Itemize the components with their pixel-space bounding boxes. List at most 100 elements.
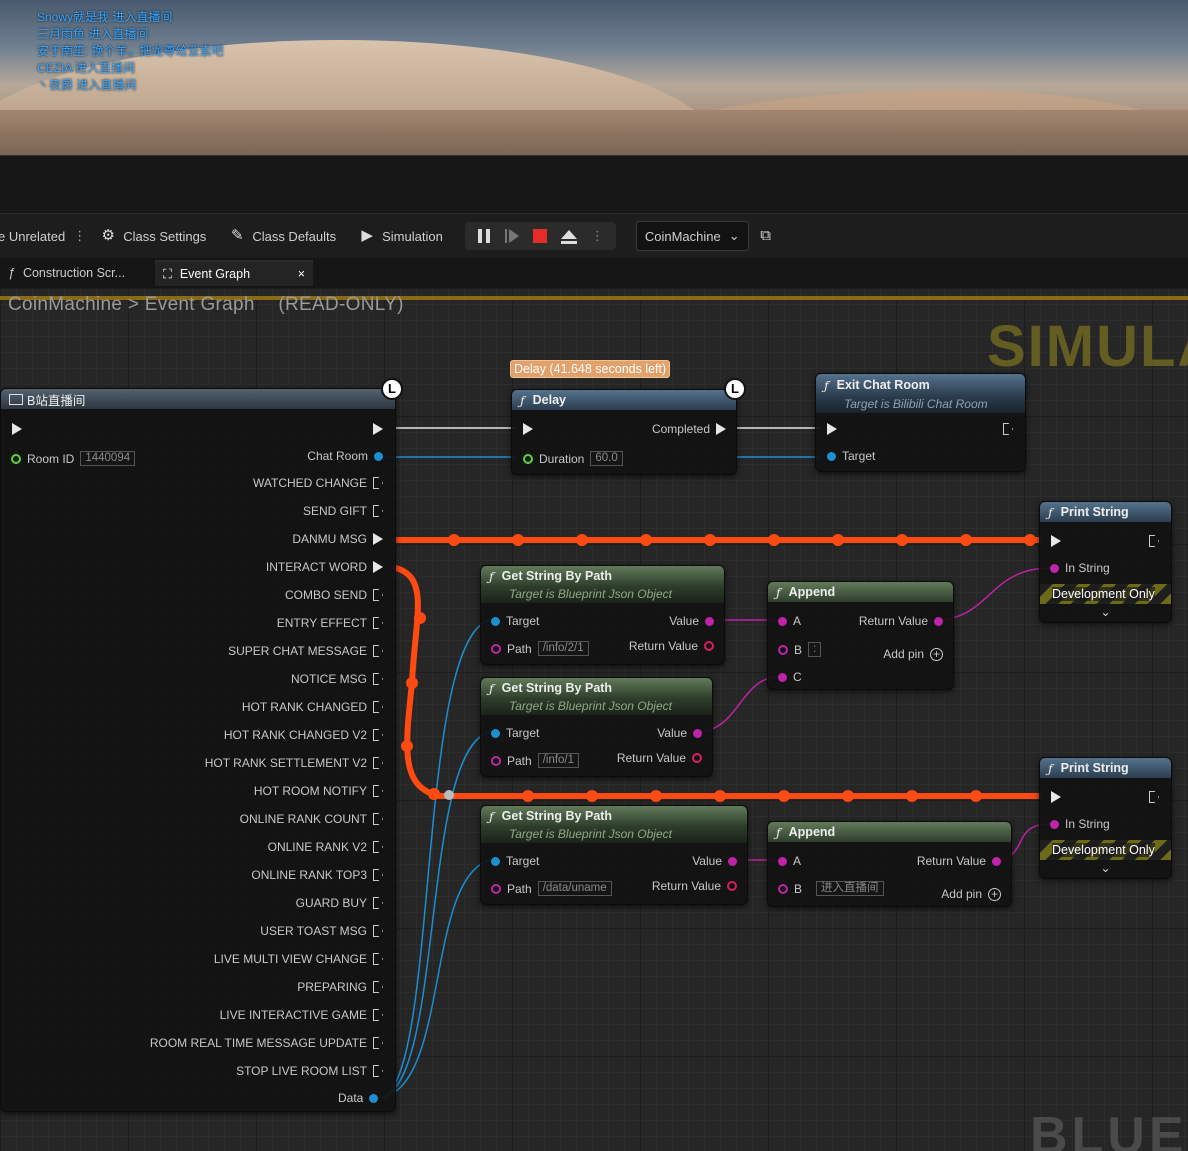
class-settings-button[interactable]: ⚙ Class Settings xyxy=(99,227,206,245)
debug-object-dropdown[interactable]: CoinMachine ⌄ xyxy=(635,221,749,251)
exec-in-pin[interactable] xyxy=(1051,535,1061,547)
room-id-pin[interactable]: Room ID 1440094 xyxy=(11,451,136,466)
event-output-pin[interactable]: USER TOAST MSG xyxy=(260,924,383,938)
event-output-pin[interactable]: PREPARING xyxy=(297,980,383,994)
eject-icon[interactable] xyxy=(560,228,577,244)
add-pin-button[interactable]: Add pin + xyxy=(883,647,943,661)
value-pin[interactable]: Value xyxy=(657,726,702,740)
event-output-pin[interactable]: HOT RANK CHANGED xyxy=(242,700,383,714)
kebab-icon[interactable]: ⋮ xyxy=(73,228,86,244)
exec-in-pin[interactable] xyxy=(523,423,533,435)
event-output-pin[interactable]: HOT RANK CHANGED V2 xyxy=(224,728,383,742)
path-field[interactable]: /info/2/1 xyxy=(537,641,589,656)
exec-in-pin[interactable] xyxy=(12,423,22,435)
delay-node[interactable]: ƒ Delay Completed Duration 60.0 xyxy=(511,389,737,475)
event-output-pin[interactable]: ENTRY EFFECT xyxy=(277,616,383,630)
target-pin[interactable]: Target xyxy=(827,449,875,463)
path-pin[interactable]: Path/info/2/1 xyxy=(491,641,589,656)
append-node[interactable]: ƒ Append A Return Value B: Add pin + C xyxy=(767,581,954,690)
exec-out-pin[interactable] xyxy=(1003,423,1013,435)
event-output-pin[interactable]: ONLINE RANK TOP3 xyxy=(251,868,383,882)
exec-out-pin[interactable] xyxy=(1149,791,1159,803)
event-node-bilibili-room[interactable]: B站直播间 Room ID 1440094 Chat Room WATCHED C… xyxy=(0,388,396,1112)
event-output-pin[interactable]: ONLINE RANK COUNT xyxy=(240,812,383,826)
path-field[interactable]: /info/1 xyxy=(537,753,580,768)
return-value-pin[interactable]: Return Value xyxy=(617,751,702,765)
c-pin[interactable]: C xyxy=(778,670,802,684)
value-pin[interactable]: Value xyxy=(692,854,737,868)
close-icon[interactable]: × xyxy=(298,267,305,281)
append-node[interactable]: ƒ Append A Return Value B 进入直播间 Add pin + xyxy=(767,821,1012,907)
event-output-pin[interactable]: LIVE MULTI VIEW CHANGE xyxy=(214,952,383,966)
target-pin[interactable]: Target xyxy=(491,726,539,740)
exec-in-pin[interactable] xyxy=(1051,791,1061,803)
tab-construction-script[interactable]: ƒ Construction Scr... xyxy=(0,260,133,286)
room-id-field[interactable]: 1440094 xyxy=(80,451,136,466)
print-string-node[interactable]: ƒ Print String In String Development Only… xyxy=(1039,501,1172,623)
a-pin[interactable]: A xyxy=(778,614,801,628)
get-string-by-path-node[interactable]: ƒ Get String By Path Target is Blueprint … xyxy=(480,805,748,905)
class-defaults-button[interactable]: ✎ Class Defaults xyxy=(228,227,336,245)
event-output-pin[interactable]: GUARD BUY xyxy=(296,896,383,910)
reroute-node[interactable] xyxy=(444,790,454,800)
b-field[interactable]: 进入直播间 xyxy=(816,881,884,896)
chevron-down-icon[interactable]: ⌄ xyxy=(1040,861,1171,875)
b-field[interactable]: : xyxy=(808,642,822,657)
a-pin[interactable]: A xyxy=(778,854,801,868)
return-value-pin[interactable]: Return Value xyxy=(917,854,1001,868)
stop-icon[interactable] xyxy=(532,228,547,244)
event-output-pin[interactable]: STOP LIVE ROOM LIST xyxy=(236,1064,383,1078)
target-pin[interactable]: Target xyxy=(491,614,539,628)
event-output-pin[interactable]: HOT ROOM NOTIFY xyxy=(254,784,383,798)
class-defaults-label: Class Defaults xyxy=(252,228,337,244)
path-pin[interactable]: Path/data/uname xyxy=(491,881,612,896)
return-value-pin[interactable]: Return Value xyxy=(652,879,737,893)
return-value-pin[interactable]: Return Value xyxy=(629,639,714,653)
event-graph-canvas[interactable]: CoinMachine > Event Graph (READ-ONLY) SI… xyxy=(0,288,1188,1151)
add-pin-button[interactable]: Add pin + xyxy=(941,887,1001,901)
event-output-pin[interactable]: DANMU MSG xyxy=(292,532,383,546)
event-output-pin[interactable]: HOT RANK SETTLEMENT V2 xyxy=(205,756,383,770)
print-string-node[interactable]: ƒ Print String In String Development Only… xyxy=(1039,757,1172,879)
exit-chat-room-node[interactable]: ƒ Exit Chat Room Target is Bilibili Chat … xyxy=(815,373,1026,472)
path-field[interactable]: /data/uname xyxy=(537,881,612,896)
event-output-pin[interactable]: SUPER CHAT MESSAGE xyxy=(228,644,383,658)
data-pin[interactable]: Data xyxy=(338,1091,379,1105)
find-object-icon[interactable]: ⧉ xyxy=(757,227,775,245)
tab-event-graph[interactable]: ⛶ Event Graph × xyxy=(155,260,314,286)
step-icon[interactable] xyxy=(504,228,519,244)
event-output-pin[interactable]: LIVE INTERACTIVE GAME xyxy=(220,1008,383,1022)
b-pin[interactable]: B 进入直播间 xyxy=(778,881,884,896)
hide-unrelated-button[interactable]: e Unrelated xyxy=(0,229,65,244)
event-output-pin[interactable]: WATCHED CHANGE xyxy=(253,476,383,490)
path-pin[interactable]: Path/info/1 xyxy=(491,753,580,768)
duration-field[interactable]: 60.0 xyxy=(590,451,623,466)
completed-pin[interactable]: Completed xyxy=(652,422,726,436)
in-string-pin[interactable]: In String xyxy=(1050,561,1110,575)
pause-icon[interactable] xyxy=(477,228,491,244)
target-pin[interactable]: Target xyxy=(491,854,539,868)
simulation-button[interactable]: ▶ Simulation xyxy=(358,227,442,245)
in-string-pin[interactable]: In String xyxy=(1050,817,1110,831)
function-icon: ƒ xyxy=(824,377,829,393)
value-pin[interactable]: Value xyxy=(669,614,714,628)
exec-out-pin[interactable] xyxy=(373,423,383,435)
event-output-pin[interactable]: ROOM REAL TIME MESSAGE UPDATE xyxy=(150,1036,383,1050)
chat-room-pin[interactable]: Chat Room xyxy=(307,449,383,463)
b-pin[interactable]: B: xyxy=(778,642,822,657)
node-title: B站直播间 xyxy=(27,393,86,408)
exec-in-pin[interactable] xyxy=(827,423,837,435)
event-output-pin[interactable]: SEND GIFT xyxy=(303,504,383,518)
exec-pulse xyxy=(960,534,972,546)
get-string-by-path-node[interactable]: ƒ Get String By Path Target is Blueprint … xyxy=(480,565,725,665)
exec-out-pin[interactable] xyxy=(1149,535,1159,547)
get-string-by-path-node[interactable]: ƒ Get String By Path Target is Blueprint … xyxy=(480,677,713,777)
event-output-pin[interactable]: INTERACT WORD xyxy=(266,560,383,574)
event-output-pin[interactable]: COMBO SEND xyxy=(285,588,383,602)
kebab-icon[interactable]: ⋮ xyxy=(591,228,604,244)
chevron-down-icon[interactable]: ⌄ xyxy=(1040,605,1171,619)
event-output-pin[interactable]: NOTICE MSG xyxy=(291,672,383,686)
duration-pin[interactable]: Duration 60.0 xyxy=(523,451,623,466)
return-value-pin[interactable]: Return Value xyxy=(859,614,943,628)
event-output-pin[interactable]: ONLINE RANK V2 xyxy=(268,840,383,854)
